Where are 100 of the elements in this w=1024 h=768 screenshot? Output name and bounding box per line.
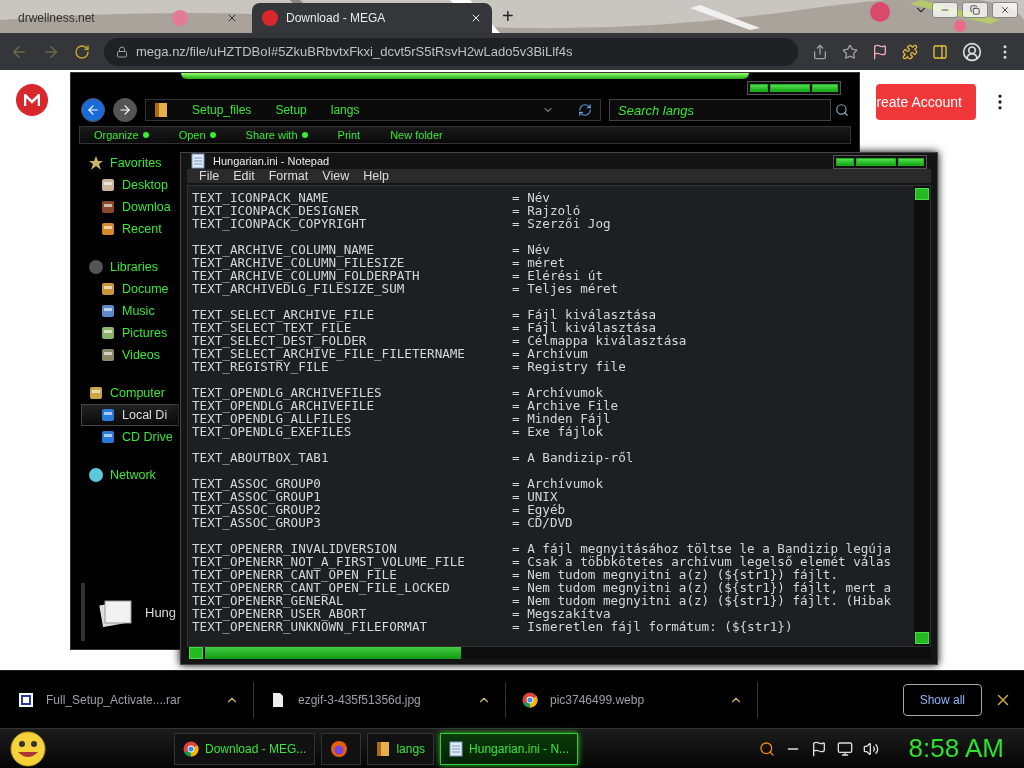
ini-key: TEXT_ARCHIVE_COLUMN_NAME — [192, 243, 512, 256]
ini-value: = Archive File — [512, 399, 619, 412]
star-icon — [88, 155, 104, 171]
download-name[interactable]: Full_Setup_Activate....rar — [46, 692, 213, 707]
nav-item[interactable]: Videos — [81, 344, 179, 366]
back-button[interactable] — [81, 98, 105, 122]
restore-button[interactable] — [962, 2, 988, 18]
ini-value: = Fájl kiválasztása — [512, 308, 657, 321]
new-tab-button[interactable]: + — [502, 5, 514, 28]
breadcrumb[interactable]: Setup — [275, 103, 307, 117]
ini-key: TEXT_ASSOC_GROUP1 — [192, 490, 512, 503]
close-button[interactable] — [992, 2, 1018, 18]
side-panel-icon[interactable] — [932, 43, 948, 60]
recent-icon — [100, 221, 116, 237]
archive-icon — [18, 691, 34, 708]
toolbar-button[interactable]: Share with — [245, 129, 308, 141]
vertical-scrollbar[interactable] — [914, 186, 930, 646]
nav-item[interactable]: Downloa — [81, 196, 179, 218]
nav-item[interactable]: Local Di — [81, 404, 179, 426]
menu-item[interactable]: View — [322, 169, 350, 183]
ini-key: TEXT_ICONPACK_NAME — [192, 191, 512, 204]
drive-icon — [100, 429, 116, 445]
nav-item[interactable]: Network — [81, 464, 179, 486]
back-icon — [86, 103, 100, 117]
address-bar[interactable]: Setup_files Setup langs — [145, 99, 601, 121]
menu-item[interactable]: Help — [363, 169, 389, 183]
ini-value: = Szerzői Jog — [512, 217, 611, 230]
ini-key: TEXT_ARCHIVEDLG_FILESIZE_SUM — [192, 282, 512, 295]
close-icon[interactable] — [226, 12, 238, 24]
toolbar-button[interactable]: New folder — [390, 129, 443, 141]
ini-value: = Csak a többkötetes archívum legelső elemét válas — [512, 555, 892, 568]
toolbar-button[interactable]: Organize — [94, 129, 149, 141]
notepad-icon — [449, 740, 464, 757]
clock[interactable]: 8:58 AM — [908, 733, 1004, 764]
menu-item[interactable]: Edit — [233, 169, 255, 183]
ini-key: TEXT_OPENERR_USER_ABORT — [192, 607, 512, 620]
volume-icon[interactable] — [862, 740, 879, 757]
nav-item[interactable]: Music — [81, 300, 179, 322]
music-icon — [100, 303, 116, 319]
breadcrumb[interactable]: langs — [330, 103, 360, 117]
menu-item[interactable]: File — [199, 169, 220, 183]
close-icon[interactable] — [470, 12, 482, 24]
minimize-button[interactable] — [932, 2, 958, 18]
ini-key: TEXT_OPENDLG_ARCHIVEFILE — [192, 399, 512, 412]
nav-item[interactable]: Docume — [81, 278, 179, 300]
taskbar-button[interactable]: Download - MEG... — [174, 732, 316, 765]
extensions-icon[interactable] — [902, 43, 918, 60]
flag-icon[interactable] — [810, 740, 827, 757]
bookmark-star-icon[interactable] — [842, 43, 858, 60]
drive-icon — [100, 407, 116, 423]
flag-icon[interactable] — [872, 43, 888, 60]
reload-icon[interactable] — [74, 43, 90, 60]
search-icon[interactable] — [835, 103, 849, 117]
browser-tab[interactable]: drwellness.net — [8, 3, 248, 33]
ini-key: TEXT_ARCHIVE_COLUMN_FILESIZE — [192, 256, 512, 269]
mega-logo-icon[interactable] — [16, 84, 48, 116]
toolbar-button[interactable]: Open — [178, 129, 216, 141]
ini-key: TEXT_SELECT_DEST_FOLDER — [192, 334, 512, 347]
profile-icon[interactable] — [962, 41, 982, 62]
search-icon[interactable] — [758, 740, 775, 757]
horizontal-scrollbar[interactable] — [187, 647, 931, 659]
share-icon[interactable] — [812, 43, 828, 60]
ini-key: TEXT_ASSOC_GROUP0 — [192, 477, 512, 490]
taskbar-button[interactable]: langs — [367, 732, 435, 765]
forward-button[interactable] — [113, 98, 137, 122]
breadcrumb[interactable]: Setup_files — [192, 103, 252, 117]
nav-item[interactable]: Pictures — [81, 322, 179, 344]
nav-item[interactable]: CD Drive — [81, 426, 179, 448]
download-name[interactable]: ezgif-3-435f51356d.jpg — [298, 692, 465, 707]
chrome-icon — [522, 691, 538, 708]
search-field[interactable]: Search langs — [609, 99, 831, 121]
address-bar[interactable]: mega.nz/file/uHZTDBoI#5ZkuBRbvtxFkxi_dcvt5rS5tRsvH2wLado5v3BiLlf4s — [104, 37, 798, 66]
show-all-button[interactable]: Show all — [902, 683, 982, 716]
refresh-icon[interactable] — [578, 103, 592, 117]
nav-item[interactable]: Computer — [81, 382, 179, 404]
ini-value: = Név — [512, 191, 550, 204]
toolbar-button[interactable]: Print — [337, 129, 361, 141]
create-account-button[interactable]: reate Account — [876, 84, 976, 120]
nav-item[interactable]: Libraries — [81, 256, 179, 278]
browser-tab[interactable]: Download - MEGA — [252, 3, 492, 33]
ini-key: TEXT_ICONPACK_DESIGNER — [192, 204, 512, 217]
ini-value: = Ismeretlen fájl formátum: (${str1}) — [512, 620, 793, 633]
taskbar-button[interactable]: Hungarian.ini - N... — [440, 732, 579, 765]
ini-key: TEXT_ASSOC_GROUP3 — [192, 516, 512, 529]
nav-item[interactable]: Desktop — [81, 174, 179, 196]
lock-icon — [116, 45, 128, 58]
download-name[interactable]: pic3746499.webp — [550, 692, 717, 707]
nav-item[interactable]: Favorites — [81, 152, 179, 174]
smiley-icon[interactable] — [8, 729, 48, 768]
ini-value: = A fájl megnyitásához töltse le a Bandizip legúja — [512, 542, 892, 555]
details-filename: Hung — [145, 604, 177, 620]
ini-value: = Nem tudom megnyitni a(z) (${str1}) fájlt. (Hibak — [512, 594, 892, 607]
nav-item[interactable]: Recent — [81, 218, 179, 240]
ini-value: = méret — [512, 256, 566, 269]
taskbar-button[interactable] — [321, 732, 362, 765]
ini-key: TEXT_OPENERR_NOT_A_FIRST_VOLUME_FILE — [192, 555, 512, 568]
ini-value: = Nem tudom megnyitni a(z) (${str1}) fájlt, mert a — [512, 581, 892, 594]
menu-item[interactable]: Format — [268, 169, 309, 183]
ini-value: = UNIX — [512, 490, 558, 503]
picture-icon — [100, 325, 116, 341]
